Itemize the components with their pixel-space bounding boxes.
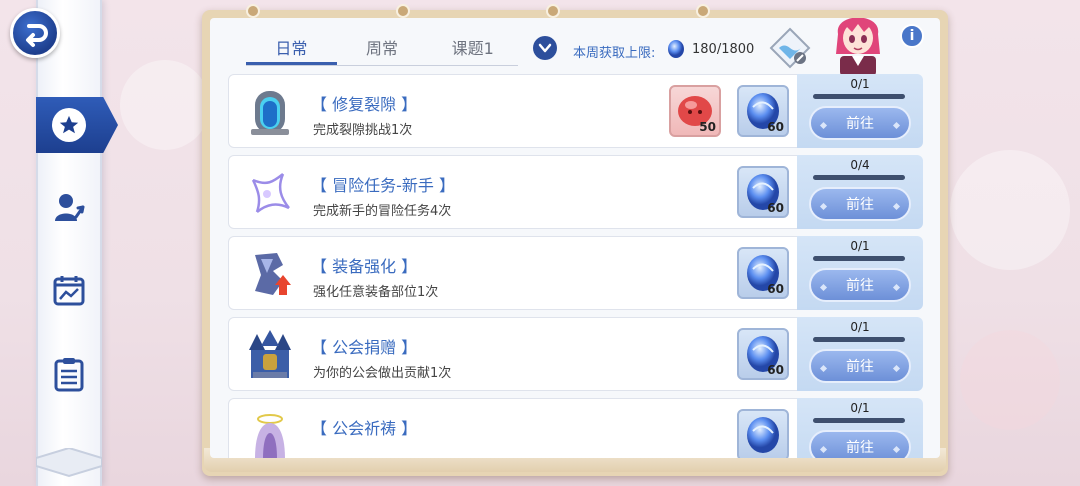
progress-bar [813, 175, 905, 180]
info-button[interactable]: i [900, 24, 924, 48]
progress-bar [813, 256, 905, 261]
task-action-area: 0/1 前往 [797, 236, 923, 310]
progress-text: 0/1 [850, 77, 870, 91]
task-description: 为你的公会做出贡献1次 [313, 366, 452, 381]
go-button-label: 前往 [846, 116, 874, 132]
progress-bar [813, 418, 905, 423]
go-button[interactable]: 前往 [809, 106, 911, 140]
reward-item[interactable]: 60 [737, 328, 789, 380]
go-button-label: 前往 [846, 278, 874, 294]
guild-castle-icon [249, 330, 291, 378]
binder-ring [246, 4, 260, 18]
task-title: 【 公会祈祷 】 [311, 419, 418, 438]
sidebar-item-notes[interactable] [36, 344, 102, 404]
go-button-label: 前往 [846, 440, 874, 456]
go-button[interactable]: 前往 [809, 268, 911, 302]
reward-item[interactable]: 60 [737, 247, 789, 299]
mission-tabs: 日常 周常 课题1 [246, 38, 518, 66]
progress-text: 0/4 [850, 158, 870, 172]
gear-upgrade-icon [255, 253, 291, 295]
binder-ring [396, 4, 410, 18]
progress-text: 0/1 [850, 239, 870, 253]
progress-text: 0/1 [850, 401, 870, 415]
binder-ring [696, 4, 710, 18]
sparkle-star-icon [251, 173, 290, 213]
task-row: 【 修复裂隙 】 完成裂隙挑战1次 50 60 0/1 前往 [228, 74, 923, 148]
back-icon [26, 24, 48, 47]
reward-quantity: 50 [699, 120, 716, 134]
tab-dropdown-button[interactable] [533, 36, 557, 60]
task-row: 【 冒险任务-新手 】 完成新手的冒险任务4次 60 0/4 前往 [228, 155, 923, 229]
task-title: 【 公会捐赠 】 [311, 338, 418, 357]
mission-panel: 日常 周常 课题1 本周获取上限: 180/1800 i 【 修复裂隙 】 完成… [210, 18, 940, 458]
binder-ring [546, 4, 560, 18]
task-title: 【 修复裂隙 】 [311, 95, 418, 114]
hooded-priest-icon [255, 414, 285, 458]
task-title: 【 冒险任务-新手 】 [311, 176, 455, 195]
task-action-area: 0/1 前往 [797, 74, 923, 148]
star-icon [59, 115, 79, 134]
task-action-area: 0/1 前往 [797, 398, 923, 458]
portal-icon [251, 91, 289, 135]
task-description: 完成新手的冒险任务4次 [313, 204, 452, 219]
reward-item[interactable]: 50 [669, 85, 721, 137]
star-icon-container [52, 108, 86, 142]
back-button[interactable] [10, 8, 60, 58]
tab-daily[interactable]: 日常 [246, 38, 337, 65]
clipboard-icon [54, 358, 84, 392]
reward-item[interactable]: 60 [737, 85, 789, 137]
go-button[interactable]: 前往 [809, 349, 911, 383]
reward-item[interactable]: 60 [737, 166, 789, 218]
reward-quantity: 60 [767, 201, 784, 215]
sidebar-item-character[interactable] [36, 178, 102, 238]
task-row: 【 公会祈祷 】 0/1 前往 [228, 398, 923, 458]
background-decoration [120, 60, 210, 150]
go-button-label: 前往 [846, 197, 874, 213]
character-avatar [836, 18, 880, 76]
weekly-limit-value: 180/1800 [692, 42, 755, 57]
sidebar-item-calendar-stats[interactable] [36, 260, 102, 320]
task-action-area: 0/1 前往 [797, 317, 923, 391]
water-diamond-icon[interactable] [768, 26, 812, 70]
chevron-down-icon [538, 43, 552, 53]
calendar-chart-icon [53, 276, 85, 306]
reward-quantity: 60 [767, 282, 784, 296]
background-decoration [960, 330, 1060, 430]
task-description: 完成裂隙挑战1次 [313, 123, 413, 138]
sidebar-item-missions[interactable] [36, 97, 118, 153]
background-decoration [950, 150, 1070, 270]
progress-bar [813, 94, 905, 99]
reward-item[interactable] [737, 409, 789, 458]
progress-bar [813, 337, 905, 342]
task-row: 【 装备强化 】 强化任意装备部位1次 60 0/1 前往 [228, 236, 923, 310]
go-button-label: 前往 [846, 359, 874, 375]
task-action-area: 0/4 前往 [797, 155, 923, 229]
reward-quantity: 60 [767, 120, 784, 134]
go-button[interactable]: 前往 [809, 430, 911, 458]
task-row: 【 公会捐赠 】 为你的公会做出贡献1次 60 0/1 前往 [228, 317, 923, 391]
go-button[interactable]: 前往 [809, 187, 911, 221]
sidebar [36, 0, 102, 486]
tab-weekly[interactable]: 周常 [337, 38, 428, 65]
blue-crystal-icon [668, 40, 684, 58]
progress-text: 0/1 [850, 320, 870, 334]
weekly-limit-label: 本周获取上限: [573, 46, 656, 61]
tab-topic[interactable]: 课题1 [427, 38, 518, 65]
blue-crystal-icon [747, 417, 779, 453]
reward-quantity: 60 [767, 363, 784, 377]
task-title: 【 装备强化 】 [311, 257, 418, 276]
sidebar-bottom-notch [36, 448, 102, 478]
character-up-icon [55, 194, 85, 221]
task-description: 强化任意装备部位1次 [313, 285, 439, 300]
